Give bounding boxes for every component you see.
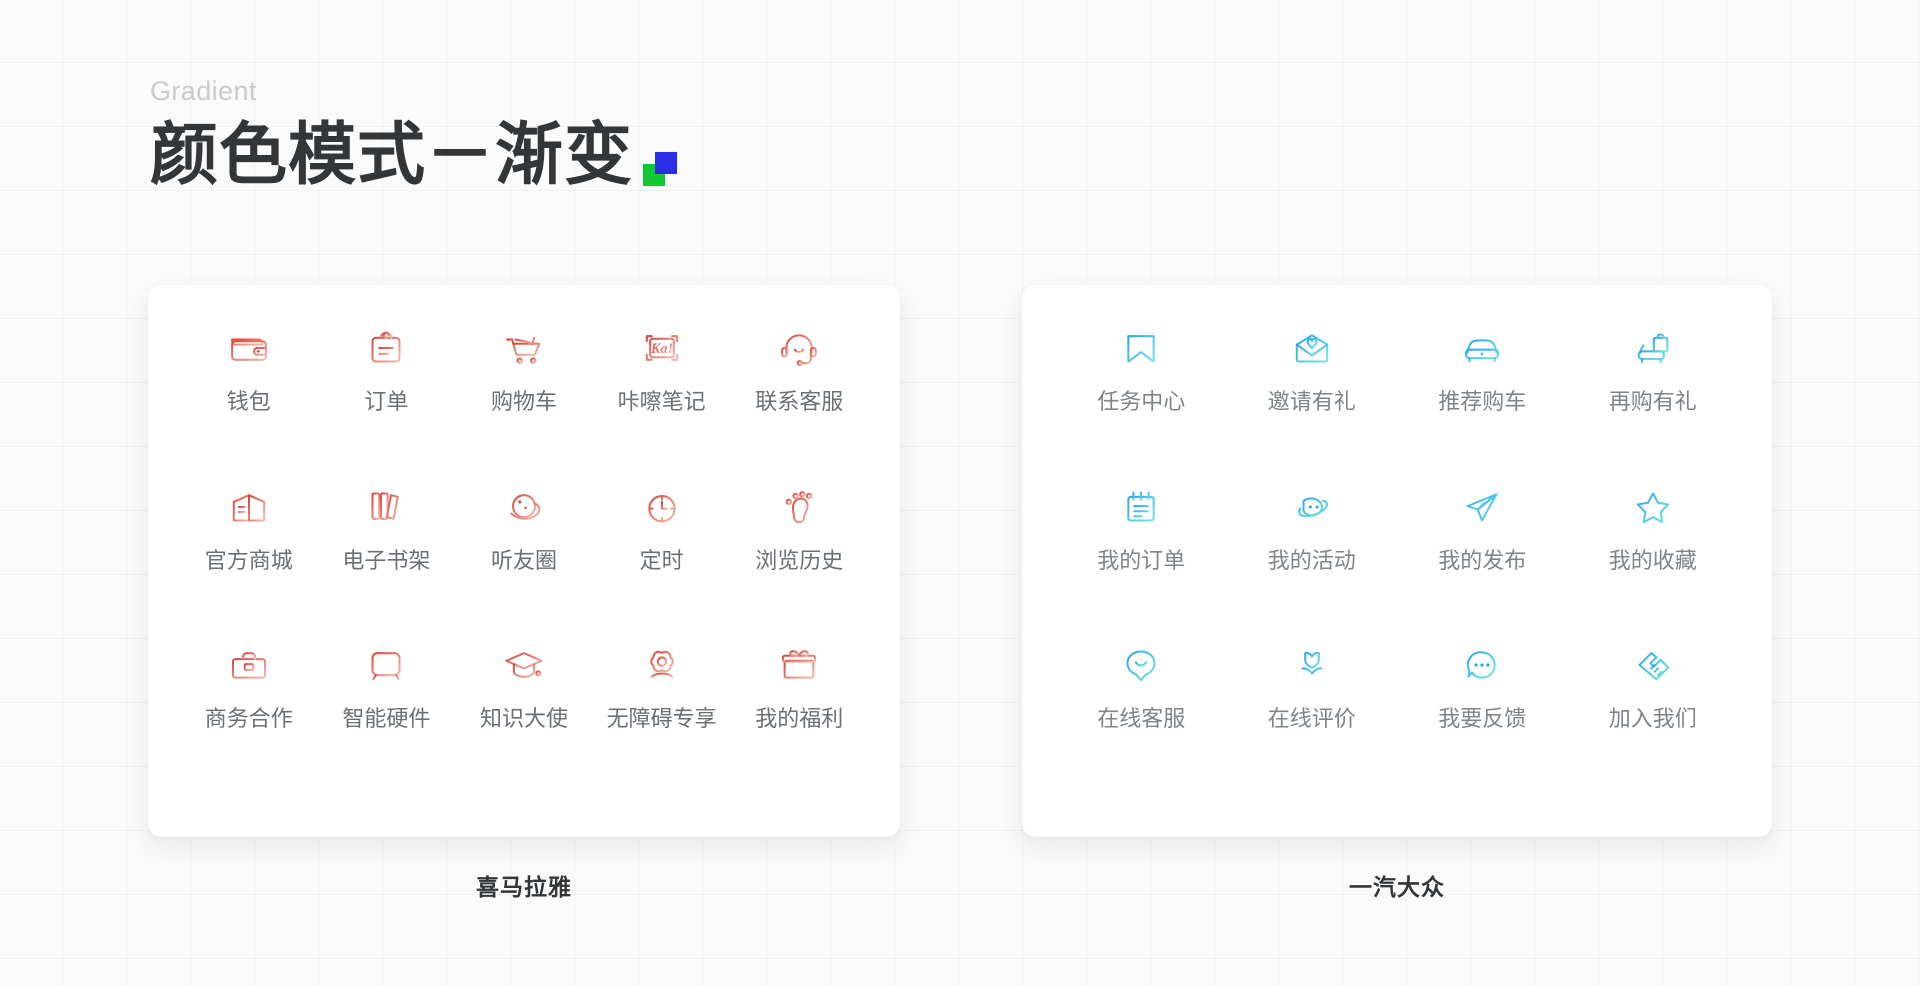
icon-item-label: 邀请有礼 [1267,389,1356,414]
icon-item-label: 听友圈 [490,547,557,573]
icon-item-label: 我的收藏 [1608,547,1697,573]
icon-item-智能硬件[interactable]: 智能硬件 [318,638,456,797]
paper-plane-icon [1466,492,1498,522]
car-front-icon [1463,339,1501,363]
stopwatch-timer-icon [647,492,676,523]
icon-card-ximalaya: 钱包 订单 购物车 Ka! 咔嚓笔记 联系客服官方商城 电子书架 听友圈 定时 浏览历史商务合作 智… [148,285,900,837]
icon-item-label: 在线客服 [1097,706,1186,732]
icon-item-知识大使[interactable]: 知识大使 [455,638,593,797]
title-decoration-squares [643,152,678,187]
icon-item-label: 官方商城 [204,547,293,573]
icon-item-我的发布[interactable]: 我的发布 [1397,480,1568,639]
icon-item-订单[interactable]: 订单 [318,321,456,480]
icon-item-label: 定时 [639,547,684,573]
icon-item-推荐购车[interactable]: 推荐购车 [1397,321,1568,480]
icon-item-我要反馈[interactable]: 我要反馈 [1397,638,1568,797]
headset-support-icon [781,334,818,367]
icon-item-购物车[interactable]: 购物车 [455,321,593,480]
icon-item-label: 我要反馈 [1438,706,1527,732]
envelope-heart-icon [1295,334,1328,363]
planet-face-icon [1297,497,1328,517]
wallet-icon [230,338,267,361]
notepad-order-icon [1127,491,1155,522]
page-eyebrow: Gradient [150,76,257,106]
icon-item-label: 我的福利 [755,706,844,732]
icon-item-联系客服[interactable]: 联系客服 [730,321,868,480]
handshake-icon [1638,652,1669,681]
icon-grid-faw: 任务中心 邀请有礼 推荐购车 再购有礼我的订单 我的活动 我的发布 我的收藏在线客服 在线评价… [1022,285,1772,837]
star-favorite-icon [1636,492,1669,523]
clipboard-order-icon [371,331,401,363]
icon-item-label: 联系客服 [755,389,844,414]
icon-item-label: 电子书架 [342,547,431,573]
icon-item-无障碍专享[interactable]: 无障碍专享 [593,638,731,797]
icon-item-我的福利[interactable]: 我的福利 [730,638,868,797]
bookmark-task-icon [1127,335,1155,363]
icon-item-label: 任务中心 [1097,389,1186,414]
icon-item-商务合作[interactable]: 商务合作 [180,638,318,797]
icon-item-我的订单[interactable]: 我的订单 [1056,480,1227,639]
icon-item-label: 知识大使 [479,706,568,732]
bookshelf-icon [370,492,403,523]
icon-item-label: 浏览历史 [755,547,844,573]
icon-item-再购有礼[interactable]: 再购有礼 [1568,321,1739,480]
icon-item-label: 购物车 [490,389,557,414]
card-caption-faw: 一汽大众 [1349,874,1445,900]
icon-item-label: 钱包 [226,389,271,414]
smile-chat-bubble-icon [1126,650,1156,682]
icon-item-我的活动[interactable]: 我的活动 [1227,480,1398,639]
icon-item-任务中心[interactable]: 任务中心 [1056,321,1227,480]
icon-item-在线评价[interactable]: 在线评价 [1227,638,1398,797]
icon-item-咔嚓笔记[interactable]: Ka! 咔嚓笔记 [593,321,731,480]
icon-item-我的收藏[interactable]: 我的收藏 [1568,480,1739,639]
icon-item-label: 在线评价 [1267,706,1356,732]
planet-circle-icon [510,493,541,520]
graduation-cap-icon [505,652,543,679]
car-giftbag-icon [1635,333,1669,364]
shopping-cart-icon [506,336,541,364]
gift-box-icon [782,650,817,679]
icon-item-电子书架[interactable]: 电子书架 [318,480,456,639]
page-header: Gradient 颜色模式－渐变 [150,78,1050,192]
icon-item-邀请有礼[interactable]: 邀请有礼 [1227,321,1398,480]
smart-speaker-icon [371,652,401,681]
store-building-icon [232,493,265,522]
icon-item-label: 订单 [364,389,409,414]
icon-item-label: 无障碍专享 [606,706,717,732]
icon-item-加入我们[interactable]: 加入我们 [1568,638,1739,797]
footprint-history-icon [785,490,813,523]
page-title: 颜色模式－渐变 [150,117,634,193]
icon-item-label: 商务合作 [204,706,293,732]
page-title-row: 颜色模式－渐变 [150,117,1050,193]
icon-card-faw: 任务中心 邀请有礼 推荐购车 再购有礼我的订单 我的活动 我的发布 我的收藏在线客服 在线评价… [1022,285,1772,837]
icon-item-label: 智能硬件 [342,706,431,732]
page-root: Gradient 颜色模式－渐变 钱包 订单 购物车 Ka! 咔嚓笔记 联系客服官方商城 电… [0,0,1920,986]
icon-item-在线客服[interactable]: 在线客服 [1056,638,1227,797]
icon-item-定时[interactable]: 定时 [593,480,731,639]
icon-item-label: 我的活动 [1267,547,1356,573]
icon-item-官方商城[interactable]: 官方商城 [180,480,318,639]
icon-item-label: 咔嚓笔记 [617,389,706,414]
icon-item-label: 加入我们 [1608,706,1697,732]
icon-item-label: 再购有礼 [1608,389,1697,414]
icon-item-label: 我的发布 [1438,547,1527,573]
card-caption-ximalaya: 喜马拉雅 [476,874,572,900]
icon-grid-ximalaya: 钱包 订单 购物车 Ka! 咔嚓笔记 联系客服官方商城 电子书架 听友圈 定时 浏览历史商务合作 智… [148,285,900,837]
blue-square-icon [655,152,678,175]
tulip-review-icon [1301,652,1323,680]
icon-item-钱包[interactable]: 钱包 [180,321,318,480]
icon-item-浏览历史[interactable]: 浏览历史 [730,480,868,639]
ka-note-icon: Ka! [645,335,678,361]
briefcase-icon [231,652,266,679]
icon-item-label: 我的订单 [1097,547,1186,573]
flower-accessibility-icon [649,651,674,679]
svg-text:Ka!: Ka! [649,341,672,357]
feedback-dots-icon [1467,651,1496,679]
icon-item-听友圈[interactable]: 听友圈 [455,480,593,639]
icon-item-label: 推荐购车 [1438,389,1527,414]
